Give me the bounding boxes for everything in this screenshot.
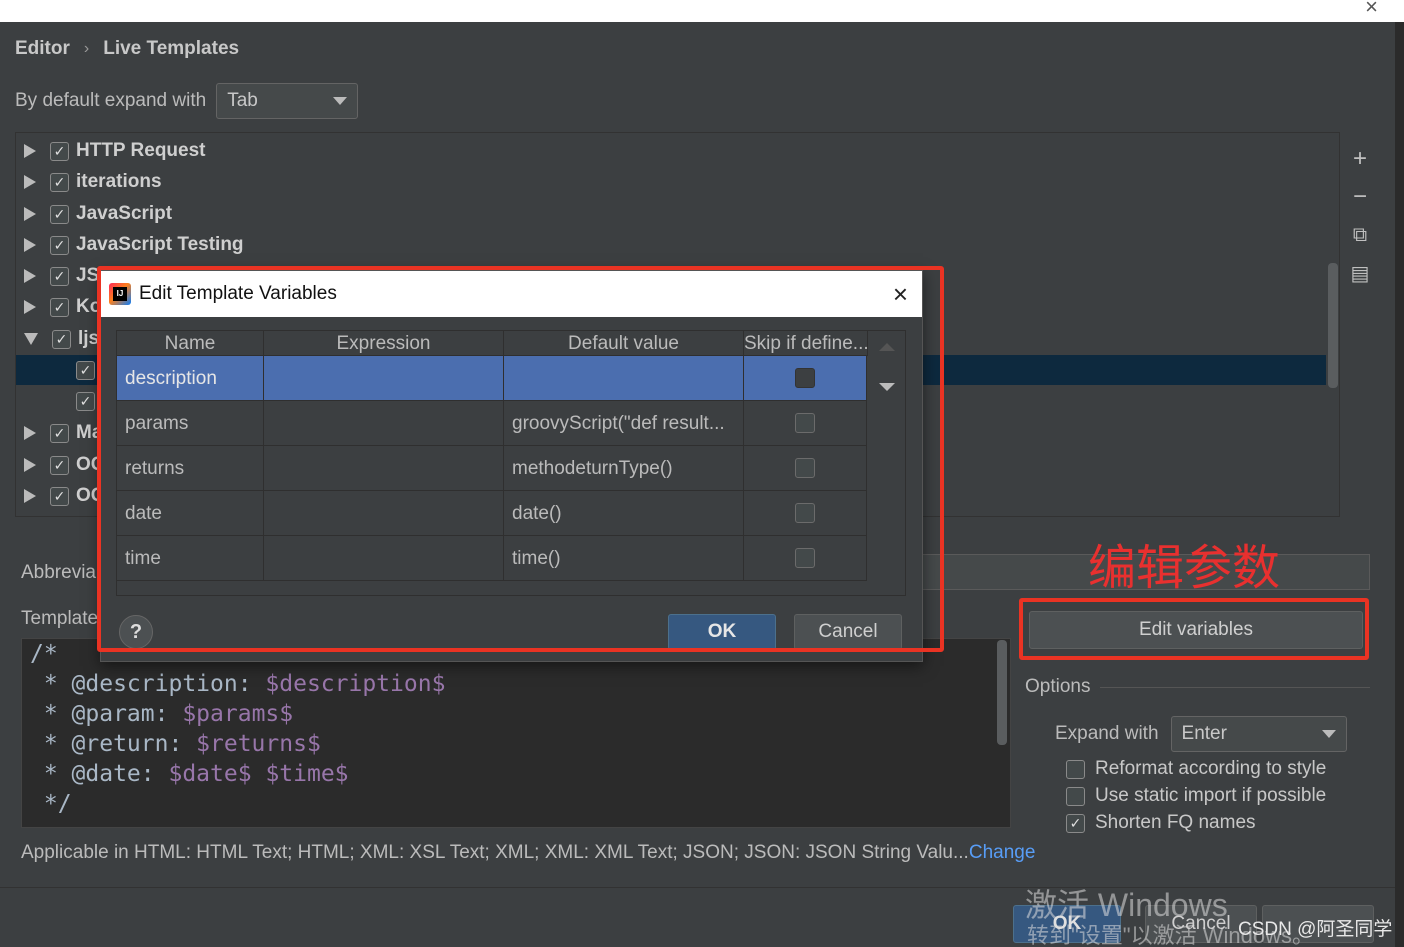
red-annotation-text: 编辑参数 — [1088, 542, 1281, 595]
group-label: JavaScript Testing — [76, 234, 244, 255]
remove-icon[interactable]: − — [1342, 178, 1378, 216]
group-label: ljs — [78, 328, 100, 349]
template-variable: $date$ — [168, 761, 252, 787]
template-line: * @date: $date$ $time$ — [30, 761, 1010, 791]
expand-with-select[interactable]: Enter — [1170, 716, 1347, 752]
breadcrumb-current: Live Templates — [103, 38, 240, 59]
shorten-fq-option[interactable]: ✓ Shorten FQ names — [1066, 812, 1256, 834]
group-checkbox[interactable]: ✓ — [50, 266, 69, 286]
expand-with-row: Expand with Enter — [1055, 716, 1347, 752]
template-checkbox[interactable]: ✓ — [76, 360, 95, 380]
window-top-bar: × — [0, 0, 1404, 22]
template-text: * @param: — [30, 701, 183, 727]
applicable-contexts: Applicable in HTML: HTML Text; HTML; XML… — [21, 842, 1035, 864]
chevron-down-icon — [333, 97, 348, 105]
template-text: * @date: — [30, 761, 169, 787]
group-checkbox[interactable]: ✓ — [52, 329, 71, 349]
expand-with-label: Expand with — [1055, 723, 1159, 744]
template-checkbox[interactable]: ✓ — [76, 391, 95, 411]
tree-group-oc-1[interactable]: ✓ OC — [16, 450, 105, 480]
copy-icon[interactable]: ⧉ — [1342, 216, 1378, 254]
expand-arrow-icon[interactable] — [24, 144, 36, 158]
group-checkbox[interactable]: ✓ — [50, 204, 69, 224]
group-checkbox[interactable]: ✓ — [50, 423, 69, 443]
abbreviation-label: Abbrevia — [21, 562, 96, 583]
tree-group-javascript[interactable]: ✓ JavaScript — [16, 199, 172, 229]
chevron-down-icon — [1321, 730, 1336, 738]
csdn-watermark: CSDN @阿圣同学 — [1238, 919, 1393, 940]
template-variable: $params$ — [182, 701, 294, 727]
group-checkbox[interactable]: ✓ — [50, 297, 69, 317]
group-label: HTTP Request — [76, 140, 206, 161]
template-variable: $time$ — [265, 761, 349, 787]
red-highlight-box — [97, 266, 944, 652]
expand-with-value: Enter — [1181, 723, 1227, 744]
default-expand-value: Tab — [227, 90, 258, 111]
expand-arrow-icon[interactable] — [24, 300, 36, 314]
static-import-option[interactable]: Use static import if possible — [1066, 785, 1326, 807]
template-text: * @description: — [30, 671, 266, 697]
group-label: iterations — [76, 171, 162, 192]
template-variable: $returns$ — [196, 731, 321, 757]
breadcrumb-parent[interactable]: Editor — [15, 38, 70, 60]
expand-arrow-icon[interactable] — [24, 207, 36, 221]
tree-template[interactable]: ✓ — [16, 386, 102, 416]
expand-arrow-icon[interactable] — [24, 426, 36, 440]
breadcrumb: Editor › Live Templates — [15, 38, 239, 60]
tree-group-javascript-testing[interactable]: ✓ JavaScript Testing — [16, 230, 244, 260]
reformat-label: Reformat according to style — [1095, 758, 1327, 779]
tree-group-http-request[interactable]: ✓ HTTP Request — [16, 136, 206, 166]
right-edge-strip — [1395, 22, 1404, 947]
red-highlight-box — [1019, 598, 1369, 660]
template-line: * @param: $params$ — [30, 701, 1010, 731]
expand-arrow-icon[interactable] — [24, 269, 36, 283]
editor-scrollbar[interactable] — [997, 640, 1007, 745]
group-checkbox[interactable]: ✓ — [50, 141, 69, 161]
template-text-editor[interactable]: /* * @description: $description$ * @para… — [21, 638, 1011, 828]
tree-group-ljs[interactable]: ✓ ljs — [16, 324, 99, 354]
template-line: */ — [30, 791, 1010, 821]
shorten-fq-label: Shorten FQ names — [1095, 812, 1256, 833]
shorten-fq-checkbox[interactable]: ✓ — [1066, 813, 1085, 833]
applicable-text: Applicable in HTML: HTML Text; HTML; XML… — [21, 842, 969, 863]
static-import-label: Use static import if possible — [1095, 785, 1327, 806]
default-expand-label: By default expand with — [15, 90, 207, 111]
template-text: * @return: — [30, 731, 197, 757]
reformat-checkbox[interactable] — [1066, 759, 1085, 779]
group-checkbox[interactable]: ✓ — [50, 172, 69, 192]
group-checkbox[interactable]: ✓ — [50, 455, 69, 475]
window-close-icon[interactable]: × — [1365, 0, 1378, 20]
static-import-checkbox[interactable] — [1066, 786, 1085, 806]
options-label: Options — [1025, 676, 1091, 697]
group-checkbox[interactable]: ✓ — [50, 486, 69, 506]
tree-group-oc-2[interactable]: ✓ OC — [16, 481, 105, 511]
tree-scrollbar[interactable] — [1328, 263, 1338, 388]
expand-arrow-icon[interactable] — [24, 238, 36, 252]
expand-arrow-icon[interactable] — [24, 175, 36, 189]
template-line: * @description: $description$ — [30, 671, 1010, 701]
tree-toolbar: + − ⧉ ▤ — [1342, 140, 1378, 292]
default-expand-row: By default expand with Tab — [15, 83, 359, 119]
expand-arrow-icon[interactable] — [24, 489, 36, 503]
group-checkbox[interactable]: ✓ — [50, 235, 69, 255]
template-text: /* — [30, 641, 58, 667]
template-text: */ — [30, 791, 72, 817]
tree-group-ma[interactable]: ✓ Ma — [16, 418, 102, 448]
tree-group-iterations[interactable]: ✓ iterations — [16, 167, 162, 197]
change-context-link[interactable]: Change — [969, 842, 1036, 863]
reformat-option[interactable]: Reformat according to style — [1066, 758, 1326, 780]
options-divider — [1100, 687, 1370, 688]
collapse-arrow-icon[interactable] — [24, 333, 38, 345]
add-icon[interactable]: + — [1342, 140, 1378, 178]
template-line: * @return: $returns$ — [30, 731, 1010, 761]
restore-icon[interactable]: ▤ — [1342, 254, 1378, 292]
group-label: JavaScript — [76, 203, 173, 224]
expand-arrow-icon[interactable] — [24, 458, 36, 472]
default-expand-select[interactable]: Tab — [216, 83, 359, 119]
template-variable: $description$ — [265, 671, 446, 697]
tree-group-ko[interactable]: ✓ Ko — [16, 292, 101, 322]
breadcrumb-separator-icon: › — [83, 40, 90, 57]
template-text-label: Template — [21, 608, 99, 629]
